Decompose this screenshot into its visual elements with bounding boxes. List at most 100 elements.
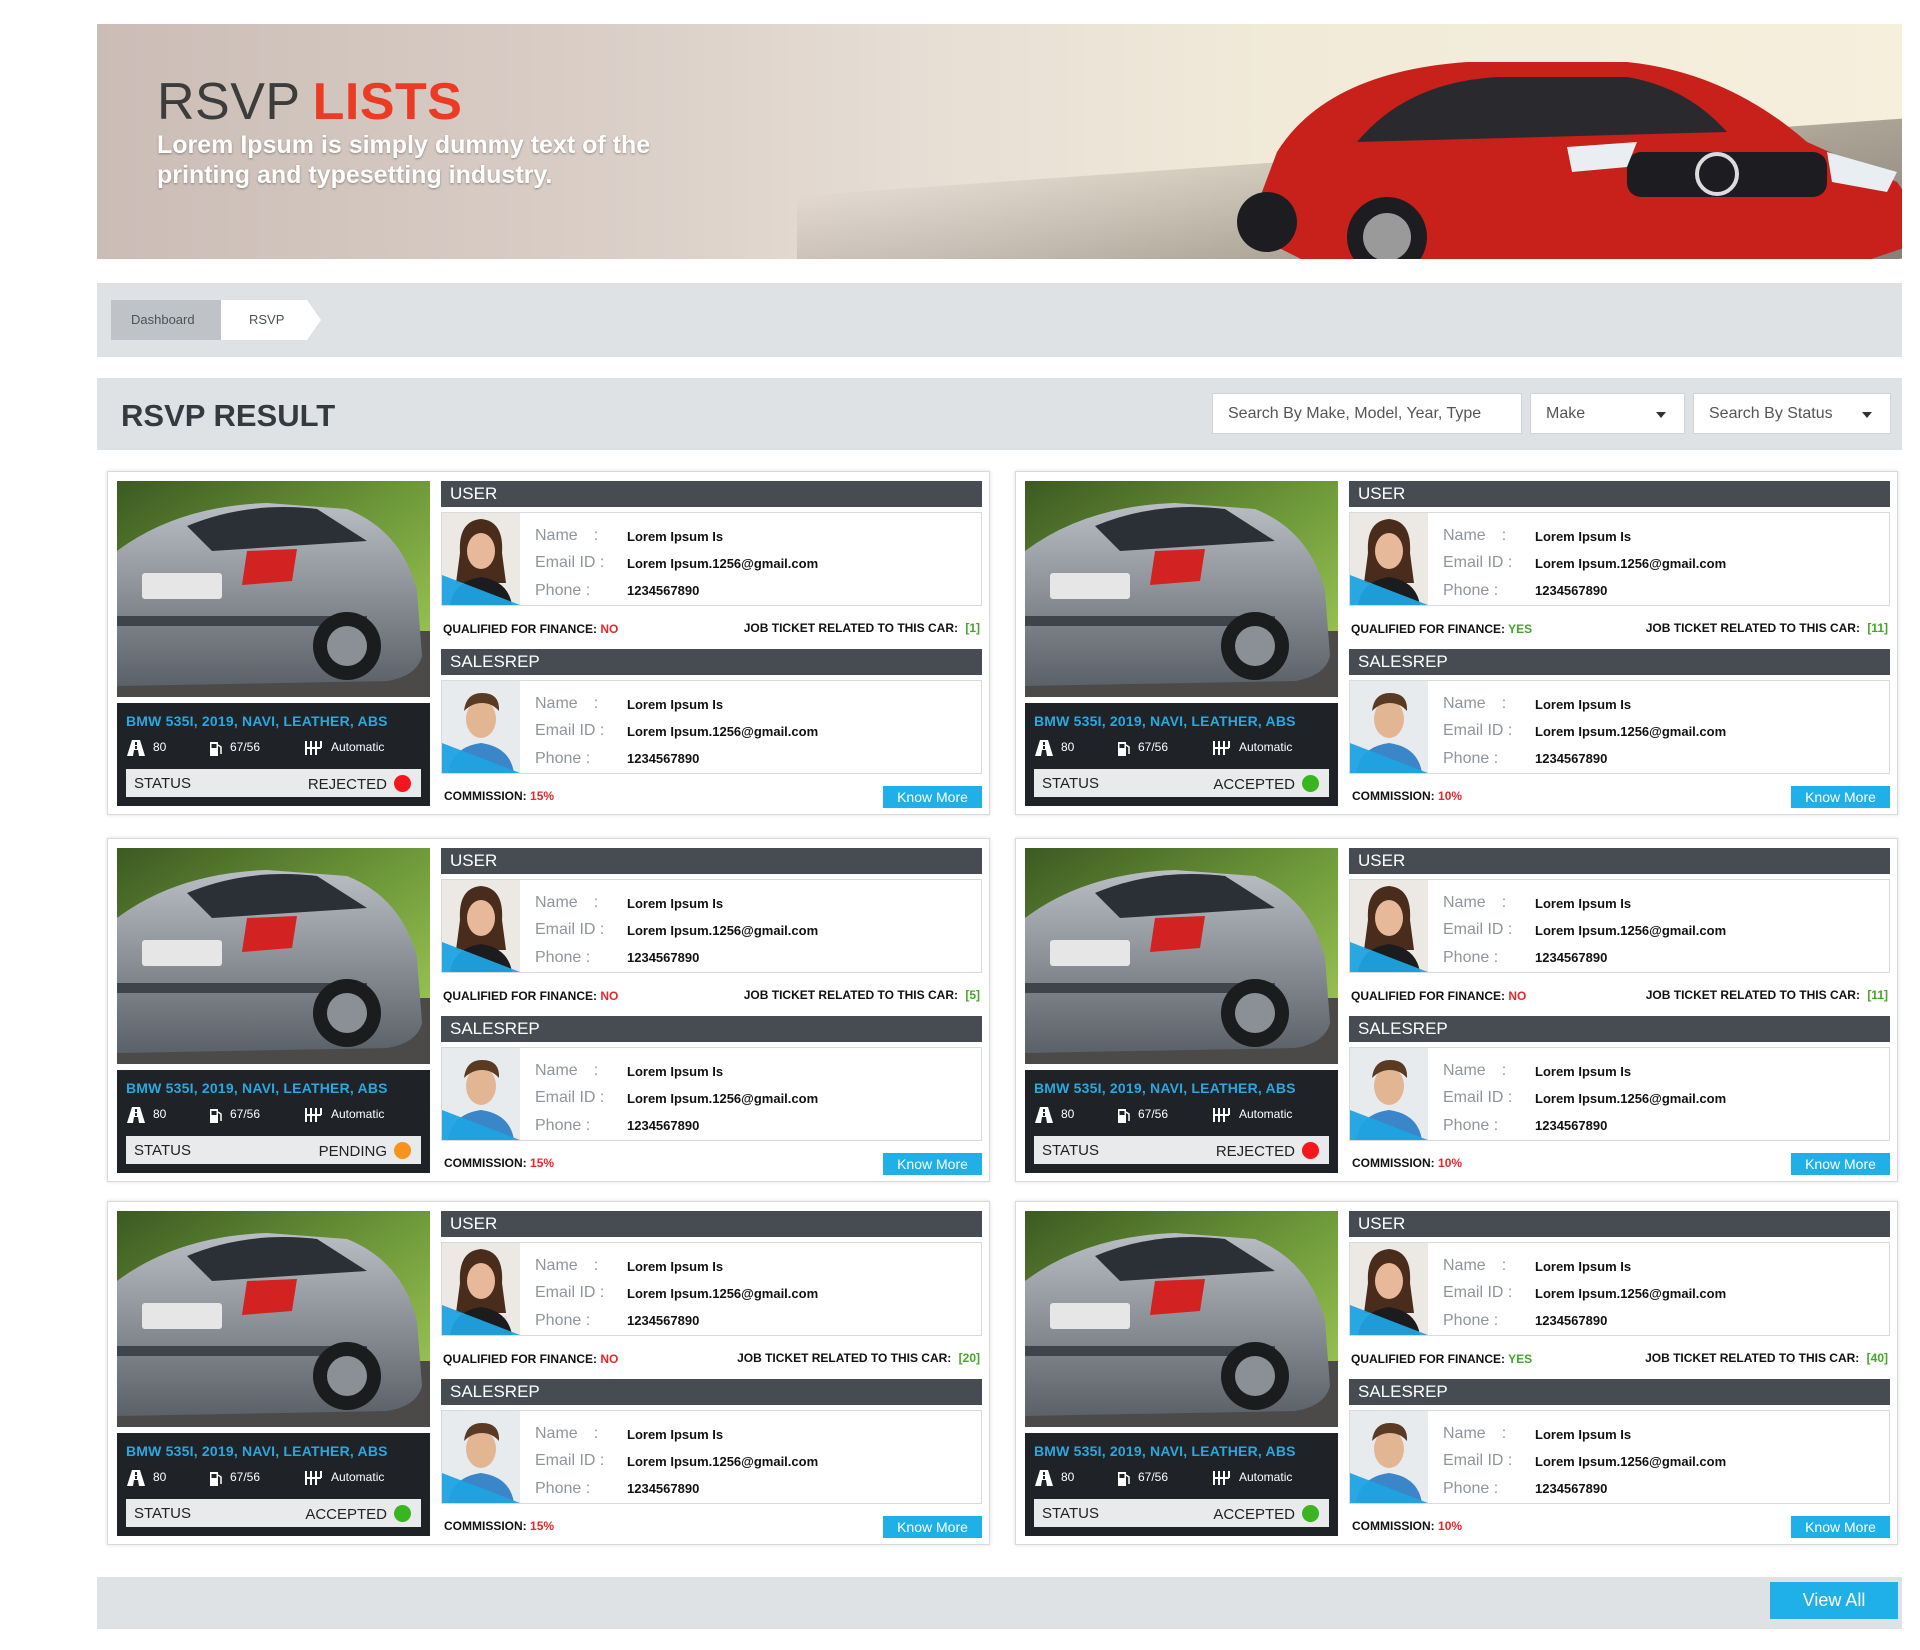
name-label: Name: (535, 1425, 598, 1443)
spec-fuel: 67/56 (1118, 737, 1168, 757)
salesrep-section-header: SALESREP (441, 649, 982, 675)
rsvp-card: BMW 535I, 2019, NAVI, LEATHER, ABS 80 67… (107, 1201, 990, 1545)
user-phone: 1234567890 (1535, 950, 1608, 965)
name-label-text: Name (535, 695, 578, 712)
car-title[interactable]: BMW 535I, 2019, NAVI, LEATHER, ABS (126, 713, 388, 729)
car-photo (1025, 481, 1338, 697)
name-label-text: Name (1443, 695, 1486, 712)
car-image[interactable] (117, 848, 430, 1064)
car-info-panel: BMW 535I, 2019, NAVI, LEATHER, ABS 80 67… (117, 1433, 430, 1536)
colon: : (1501, 1425, 1507, 1442)
user-email: Lorem Ipsum.1256@gmail.com (1535, 556, 1727, 571)
car-image[interactable] (117, 481, 430, 697)
job-ticket: JOB TICKET RELATED TO THIS CAR: [1] (744, 621, 980, 635)
breadcrumb-rsvp[interactable]: RSVP (221, 300, 321, 340)
hero-title-highlight: LISTS (312, 73, 463, 131)
user-avatar (1350, 880, 1428, 972)
car-info-panel: BMW 535I, 2019, NAVI, LEATHER, ABS 80 67… (117, 703, 430, 806)
job-ticket-value[interactable]: [11] (1867, 988, 1888, 1002)
breadcrumb-dashboard[interactable]: Dashboard (111, 300, 235, 340)
know-more-button[interactable]: Know More (1791, 1153, 1890, 1175)
status-select-value: Search By Status (1709, 405, 1833, 422)
email-label: Email ID : (535, 1452, 605, 1469)
salesrep-email: Lorem Ipsum.1256@gmail.com (1535, 1454, 1727, 1469)
car-image[interactable] (1025, 1211, 1338, 1427)
salesrep-info-box: Name: Email ID : Phone : Lorem Ipsum Is … (1349, 1047, 1890, 1141)
status-dot-icon (1302, 1505, 1319, 1522)
qualified-finance: QUALIFIED FOR FINANCE: YES (1351, 622, 1532, 636)
user-info-box: Name: Email ID : Phone : Lorem Ipsum Is … (441, 1242, 982, 1336)
phone-label: Phone : (1443, 1312, 1499, 1329)
phone-label: Phone : (535, 1312, 591, 1329)
status-label: STATUS (134, 775, 191, 792)
salesrep-info-box: Name: Email ID : Phone : Lorem Ipsum Is … (441, 1410, 982, 1504)
name-label: Name: (535, 527, 598, 545)
know-more-button[interactable]: Know More (883, 786, 982, 808)
qualified-value: YES (1508, 622, 1533, 636)
car-title[interactable]: BMW 535I, 2019, NAVI, LEATHER, ABS (126, 1443, 388, 1459)
hero-subtitle: Lorem Ipsum is simply dummy text of the … (157, 130, 677, 190)
know-more-button[interactable]: Know More (1791, 1516, 1890, 1538)
colon: : (1501, 695, 1507, 712)
colon: : (593, 1062, 599, 1079)
name-label-text: Name (535, 1062, 578, 1079)
spec-fuel-value: 67/56 (230, 1107, 261, 1121)
commission-value: 15% (530, 789, 555, 803)
job-ticket-value[interactable]: [40] (1867, 1351, 1888, 1365)
qualified-label: QUALIFIED FOR FINANCE: (443, 1352, 597, 1366)
commission-label: COMMISSION: (444, 1156, 527, 1170)
job-ticket-value[interactable]: [5] (965, 988, 980, 1002)
job-ticket-value[interactable]: [11] (1867, 621, 1888, 635)
car-title[interactable]: BMW 535I, 2019, NAVI, LEATHER, ABS (1034, 1080, 1296, 1096)
commission: COMMISSION: 15% (444, 1519, 554, 1533)
commission: COMMISSION: 10% (1352, 789, 1462, 803)
user-email: Lorem Ipsum.1256@gmail.com (627, 923, 819, 938)
know-more-button[interactable]: Know More (1791, 786, 1890, 808)
status-label: STATUS (134, 1505, 191, 1522)
salesrep-section-header: SALESREP (1349, 649, 1890, 675)
user-email: Lorem Ipsum.1256@gmail.com (627, 556, 819, 571)
car-image[interactable] (1025, 481, 1338, 697)
user-section-header: USER (441, 481, 982, 507)
qualified-label: QUALIFIED FOR FINANCE: (443, 989, 597, 1003)
car-image[interactable] (1025, 848, 1338, 1064)
job-ticket: JOB TICKET RELATED TO THIS CAR: [5] (744, 988, 980, 1002)
car-title[interactable]: BMW 535I, 2019, NAVI, LEATHER, ABS (126, 1080, 388, 1096)
salesrep-phone: 1234567890 (1535, 1481, 1608, 1496)
name-label-text: Name (1443, 527, 1486, 544)
know-more-button[interactable]: Know More (883, 1516, 982, 1538)
commission-label: COMMISSION: (444, 789, 527, 803)
qualified-value: NO (1508, 989, 1527, 1003)
user-avatar (442, 513, 520, 605)
car-image[interactable] (117, 1211, 430, 1427)
spec-road-value: 80 (1061, 1470, 1075, 1484)
colon: : (593, 527, 599, 544)
car-photo (1025, 848, 1338, 1064)
search-input[interactable] (1212, 393, 1522, 434)
job-ticket-value[interactable]: [20] (959, 1351, 980, 1365)
chevron-down-icon (1656, 412, 1666, 418)
qualified-value: NO (600, 622, 619, 636)
job-ticket: JOB TICKET RELATED TO THIS CAR: [11] (1646, 988, 1888, 1002)
qualified-value: NO (600, 989, 619, 1003)
job-ticket: JOB TICKET RELATED TO THIS CAR: [11] (1646, 621, 1888, 635)
spec-road: 80 (1035, 1467, 1074, 1487)
phone-label: Phone : (1443, 1480, 1499, 1497)
name-label-text: Name (535, 527, 578, 544)
phone-label: Phone : (535, 582, 591, 599)
car-title[interactable]: BMW 535I, 2019, NAVI, LEATHER, ABS (1034, 1443, 1296, 1459)
view-all-button[interactable]: View All (1770, 1582, 1898, 1619)
email-label: Email ID : (1443, 1089, 1513, 1106)
user-phone: 1234567890 (627, 950, 700, 965)
make-select[interactable]: Make (1530, 393, 1685, 434)
name-label-text: Name (535, 894, 578, 911)
job-ticket-value[interactable]: [1] (965, 621, 980, 635)
job-ticket: JOB TICKET RELATED TO THIS CAR: [40] (1645, 1351, 1888, 1365)
road-icon (127, 1469, 145, 1486)
know-more-button[interactable]: Know More (883, 1153, 982, 1175)
salesrep-email: Lorem Ipsum.1256@gmail.com (1535, 724, 1727, 739)
status-box: STATUS ACCEPTED (1034, 769, 1329, 797)
car-title[interactable]: BMW 535I, 2019, NAVI, LEATHER, ABS (1034, 713, 1296, 729)
user-name: Lorem Ipsum Is (1535, 1259, 1632, 1274)
status-select[interactable]: Search By Status (1693, 393, 1891, 434)
